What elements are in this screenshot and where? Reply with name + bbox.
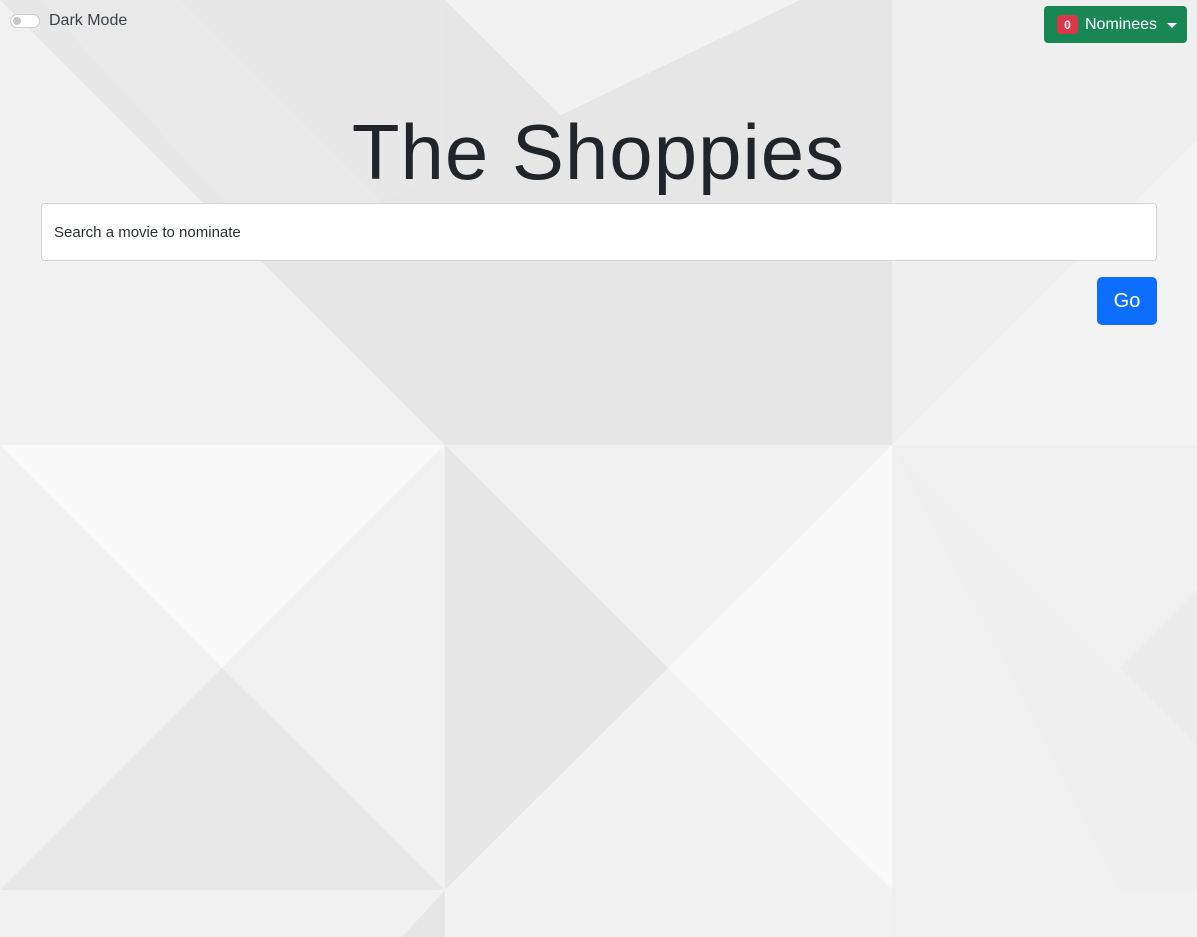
nominee-count-badge: 0 bbox=[1057, 15, 1078, 34]
nominees-dropdown-button[interactable]: 0 Nominees bbox=[1044, 6, 1187, 43]
dark-mode-label: Dark Mode bbox=[49, 12, 128, 29]
go-button[interactable]: Go bbox=[1097, 277, 1157, 325]
nominees-label: Nominees bbox=[1085, 15, 1158, 33]
toggle-knob bbox=[13, 17, 21, 25]
search-input[interactable] bbox=[41, 203, 1157, 261]
toggle-switch-icon[interactable] bbox=[10, 14, 40, 28]
page-title: The Shoppies bbox=[351, 108, 846, 196]
dark-mode-toggle[interactable]: Dark Mode bbox=[10, 12, 127, 30]
caret-down-icon bbox=[1167, 22, 1178, 28]
